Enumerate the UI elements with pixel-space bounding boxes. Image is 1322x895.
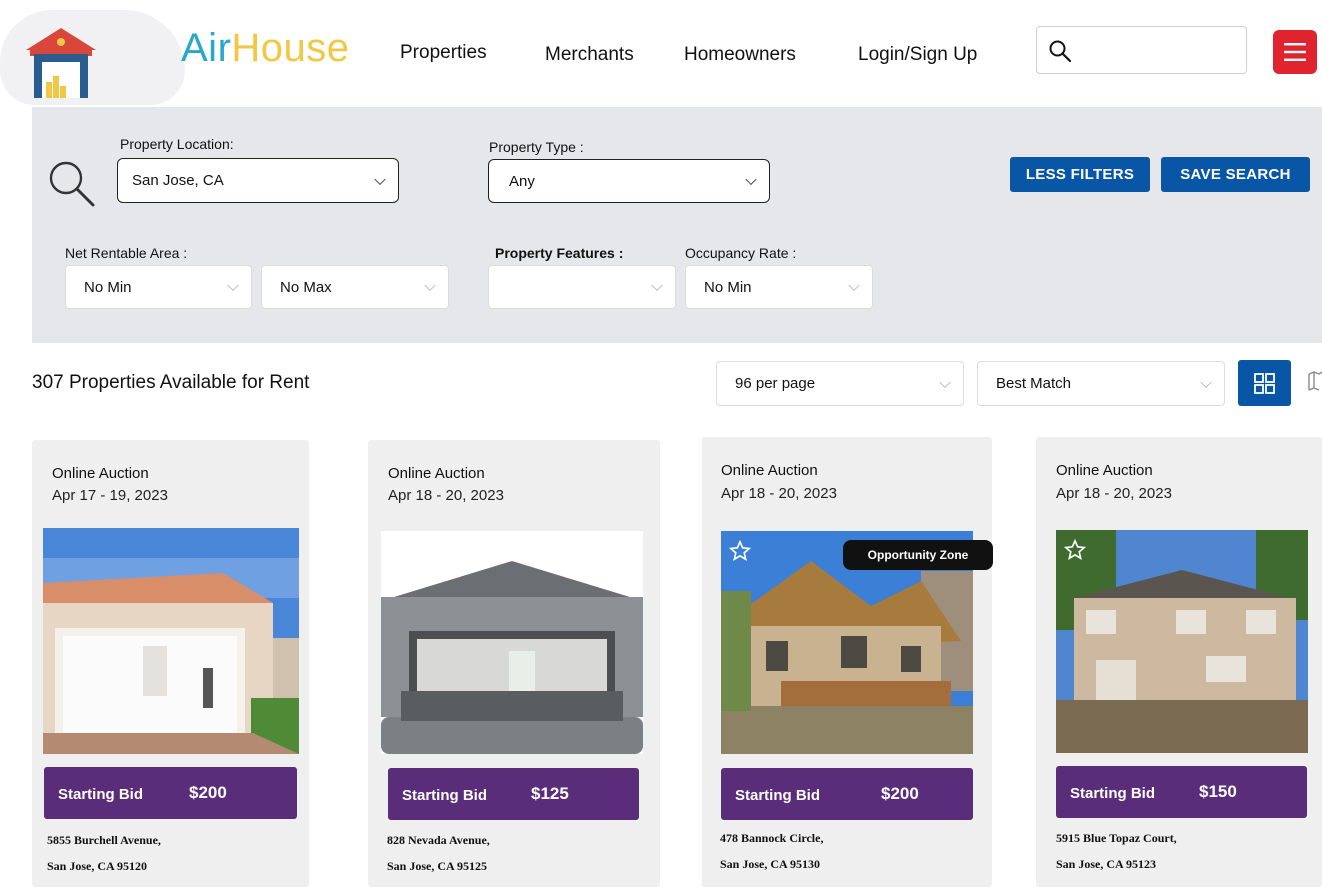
address-line-2: San Jose, CA 95130 [720,857,821,871]
starting-bid-bar[interactable]: Starting Bid $200 [721,768,973,820]
hamburger-menu-icon [1284,43,1306,61]
chevron-down-icon [745,173,757,186]
property-photo[interactable] [381,531,643,754]
per-page-value: 96 per page [735,375,816,392]
area-min-select[interactable]: No Min [65,265,252,309]
save-search-button[interactable]: SAVE SEARCH [1161,157,1310,192]
address-line-1: 5855 Burchell Avenue, [47,833,161,847]
bid-price: $200 [189,783,227,802]
starting-bid-bar[interactable]: Starting Bid $150 [1056,766,1307,818]
chevron-down-icon [1200,376,1212,388]
address-line-2: San Jose, CA 95120 [47,859,148,873]
filter-search-icon [49,161,95,207]
grid-view-button[interactable] [1238,360,1291,406]
chevron-down-icon [374,173,386,185]
house-logo-icon[interactable] [24,26,98,98]
auction-type: Online Auction [388,465,485,482]
property-features-label: Property Features : [495,245,624,261]
occupancy-rate-select[interactable]: No Min [685,265,873,309]
nav-merchants[interactable]: Merchants [545,44,634,66]
results-count: 307 Properties Available for Rent [32,372,310,393]
property-type-value: Any [509,172,535,190]
logo-house: House [231,26,350,70]
property-location-value: San Jose, CA [132,172,224,189]
bid-price: $150 [1199,782,1237,801]
property-location-select[interactable]: San Jose, CA [117,158,399,203]
auction-type: Online Auction [52,465,149,482]
starting-bid-label: Starting Bid [1070,785,1155,802]
address-line-1: 478 Bannock Circle, [720,831,824,845]
starting-bid-bar[interactable]: Starting Bid $125 [388,768,639,820]
star-favorite-icon[interactable] [1064,539,1086,561]
property-location-label: Property Location: [120,136,234,152]
less-filters-button[interactable]: LESS FILTERS [1010,157,1150,192]
bid-price: $200 [881,784,919,803]
brand-logo-text[interactable]: AirHouse [181,26,350,71]
chevron-down-icon [651,279,663,292]
grid-icon [1254,373,1275,394]
map-view-icon[interactable] [1308,371,1322,393]
chevron-down-icon [848,279,860,292]
menu-button[interactable] [1273,30,1317,74]
auction-type: Online Auction [721,462,818,479]
net-rentable-area-label: Net Rentable Area : [65,245,188,261]
auction-date: Apr 17 - 19, 2023 [52,487,168,504]
property-type-label: Property Type : [489,139,584,155]
auction-date: Apr 18 - 20, 2023 [388,487,504,504]
address-line-2: San Jose, CA 95123 [1056,857,1157,871]
auction-date: Apr 18 - 20, 2023 [1056,485,1172,502]
chevron-down-icon [939,376,951,388]
opportunity-zone-badge: Opportunity Zone [843,540,993,570]
chevron-down-icon [227,279,239,292]
auction-type: Online Auction [1056,462,1153,479]
area-min-value: No Min [84,278,132,296]
address-line-2: San Jose, CA 95125 [387,859,488,873]
starting-bid-label: Starting Bid [735,787,820,804]
occupancy-rate-value: No Min [704,278,752,296]
area-max-select[interactable]: No Max [261,265,449,309]
bid-price: $125 [531,784,569,803]
address-line-1: 5915 Blue Topaz Court, [1056,831,1177,845]
star-favorite-icon[interactable] [729,540,751,562]
header-search-input[interactable] [1036,26,1247,74]
auction-date: Apr 18 - 20, 2023 [721,485,837,502]
sort-select[interactable]: Best Match [977,361,1225,406]
chevron-down-icon [424,279,436,292]
nav-login-signup[interactable]: Login/Sign Up [858,44,977,66]
per-page-select[interactable]: 96 per page [716,361,964,406]
starting-bid-label: Starting Bid [58,786,143,803]
area-max-value: No Max [280,278,332,296]
property-photo[interactable] [43,528,299,754]
starting-bid-label: Starting Bid [402,787,487,804]
property-photo[interactable] [1056,530,1308,753]
sort-value: Best Match [996,375,1072,392]
search-icon [1049,40,1072,63]
nav-properties[interactable]: Properties [400,42,487,64]
property-type-select[interactable]: Any [488,159,770,203]
nav-homeowners[interactable]: Homeowners [684,44,796,66]
address-line-1: 828 Nevada Avenue, [387,833,490,847]
occupancy-rate-label: Occupancy Rate : [685,245,797,261]
starting-bid-bar[interactable]: Starting Bid $200 [44,767,297,819]
logo-air: Air [181,26,232,70]
property-features-select[interactable] [488,265,676,309]
